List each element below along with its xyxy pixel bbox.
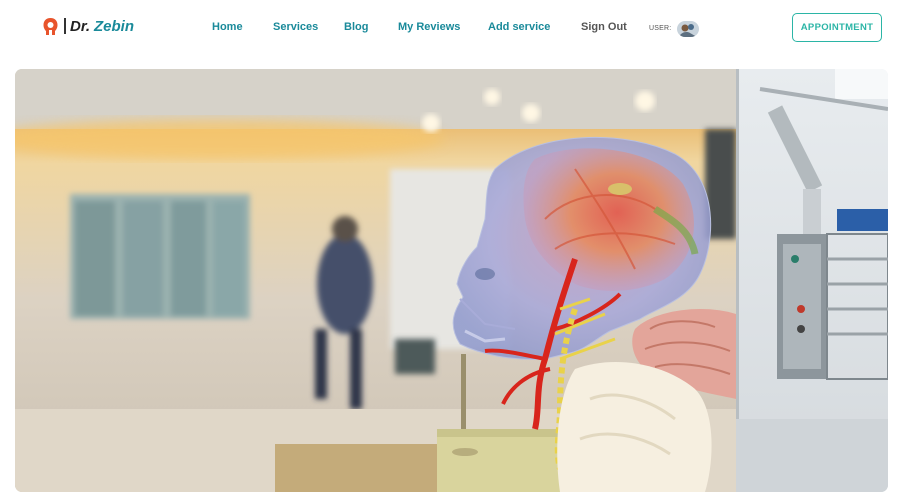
nav-blog[interactable]: Blog [344, 21, 368, 33]
nav-my-reviews[interactable]: My Reviews [398, 21, 460, 33]
brand-logo[interactable]: Dr. Zebin [42, 15, 134, 37]
medical-logo-icon [43, 17, 58, 35]
skull-model-photo [15, 69, 888, 492]
nav-services[interactable]: Services [273, 21, 318, 33]
brand-prefix: Dr. [70, 17, 91, 35]
hero-image [15, 69, 888, 492]
user-avatar-icon[interactable] [677, 21, 699, 37]
brand-name: Zebin [94, 17, 135, 35]
nav-sign-out[interactable]: Sign Out [581, 21, 627, 33]
brand-divider [64, 18, 66, 34]
user-label: USER: [649, 25, 672, 32]
nav-home[interactable]: Home [212, 21, 243, 33]
nav-add-service[interactable]: Add service [488, 21, 550, 33]
appointment-button[interactable]: APPOINTMENT [792, 13, 882, 42]
navbar: Dr. Zebin Home Services Blog My Reviews … [0, 0, 900, 58]
